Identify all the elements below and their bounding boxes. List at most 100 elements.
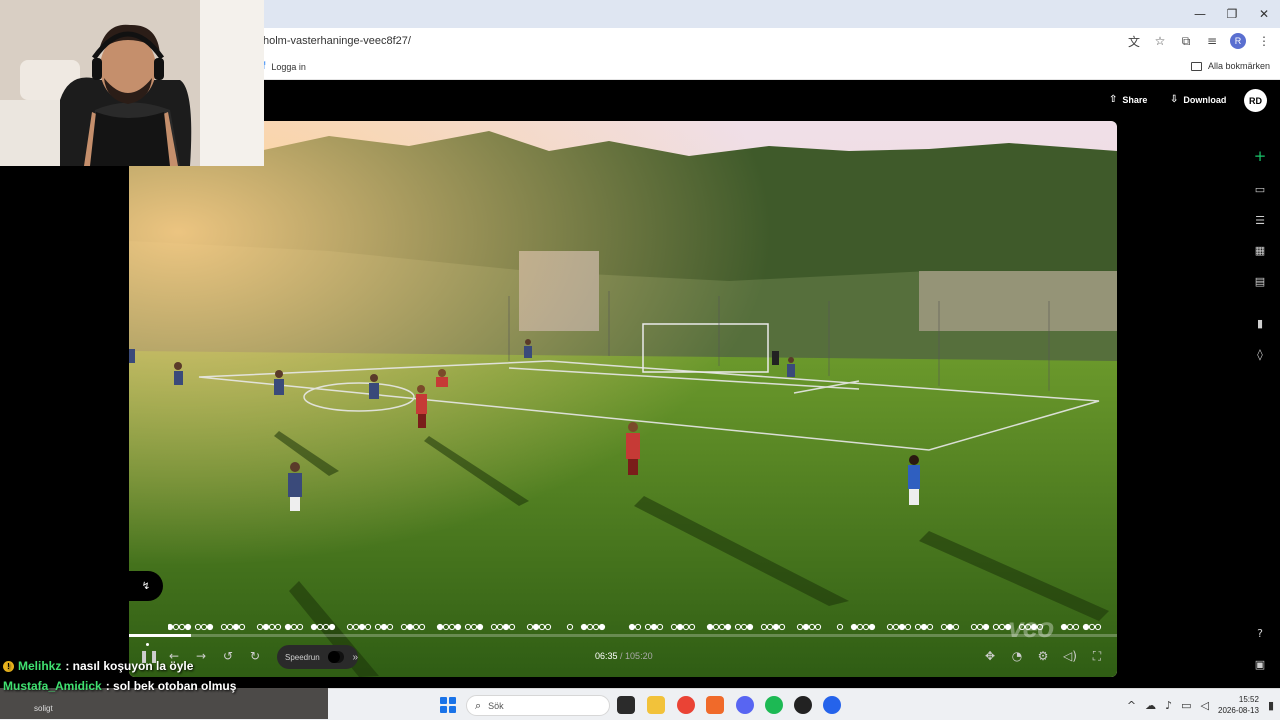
event-marker[interactable] <box>310 623 318 631</box>
event-marker[interactable] <box>172 623 180 631</box>
document-icon[interactable]: ▤ <box>1252 273 1268 289</box>
event-marker[interactable] <box>586 623 594 631</box>
event-marker[interactable] <box>284 623 292 631</box>
taskbar-search[interactable]: ⌕ Sök <box>466 695 610 716</box>
event-marker[interactable] <box>746 623 754 631</box>
event-marker[interactable] <box>200 623 208 631</box>
event-marker[interactable] <box>470 623 478 631</box>
event-marker[interactable] <box>992 623 1000 631</box>
event-marker[interactable] <box>436 623 444 631</box>
event-marker[interactable] <box>206 623 214 631</box>
settings-icon[interactable]: ⚙ <box>1035 649 1051 663</box>
event-marker[interactable] <box>346 623 354 631</box>
event-marker[interactable] <box>940 623 948 631</box>
event-marker[interactable] <box>352 623 360 631</box>
help-icon[interactable]: ? <box>1252 625 1268 641</box>
event-marker[interactable] <box>634 623 642 631</box>
event-marker[interactable] <box>454 623 462 631</box>
profile-avatar[interactable]: R <box>1230 33 1246 49</box>
spotify-icon[interactable] <box>765 696 783 714</box>
shirt-icon[interactable]: ◊ <box>1252 346 1268 362</box>
event-marker[interactable] <box>946 623 954 631</box>
event-marker[interactable] <box>490 623 498 631</box>
event-marker[interactable] <box>184 623 192 631</box>
event-marker[interactable] <box>262 623 270 631</box>
event-marker[interactable] <box>644 623 652 631</box>
obs-icon[interactable] <box>794 696 812 714</box>
video-icon[interactable]: ▭ <box>1252 181 1268 197</box>
event-marker[interactable] <box>862 623 870 631</box>
event-marker[interactable] <box>1060 623 1068 631</box>
event-marker[interactable] <box>532 623 540 631</box>
all-bookmarks[interactable]: Alla bokmärken <box>1190 61 1270 71</box>
fullscreen-icon[interactable]: ⛶ <box>1089 649 1105 664</box>
event-marker[interactable] <box>232 623 240 631</box>
speaker-icon[interactable]: ◁ <box>1201 699 1209 712</box>
event-marker[interactable] <box>168 623 174 631</box>
event-marker[interactable] <box>628 623 636 631</box>
event-marker[interactable] <box>256 623 264 631</box>
event-marker[interactable] <box>448 623 456 631</box>
event-marker[interactable] <box>898 623 906 631</box>
event-marker[interactable] <box>418 623 426 631</box>
event-marker[interactable] <box>926 623 934 631</box>
event-marker[interactable] <box>850 623 858 631</box>
event-marker[interactable] <box>778 623 786 631</box>
event-marker[interactable] <box>796 623 804 631</box>
event-marker[interactable] <box>386 623 394 631</box>
event-marker[interactable] <box>1094 623 1102 631</box>
event-marker[interactable] <box>808 623 816 631</box>
share-button[interactable]: ⇧ Share <box>1109 94 1147 105</box>
event-marker[interactable] <box>706 623 714 631</box>
task-view-icon[interactable] <box>617 696 635 714</box>
url-field[interactable]: holm-vasterhaninge-veec8f27/ <box>263 35 411 47</box>
discord-icon[interactable] <box>736 696 754 714</box>
menu-icon[interactable]: ⋮ <box>1256 33 1272 49</box>
event-marker[interactable] <box>1088 623 1096 631</box>
event-marker[interactable] <box>274 623 282 631</box>
event-marker[interactable] <box>814 623 822 631</box>
star-icon[interactable]: ☆ <box>1152 33 1168 49</box>
panel-icon[interactable]: ▣ <box>1252 656 1268 672</box>
event-marker[interactable] <box>718 623 726 631</box>
event-marker[interactable] <box>886 623 894 631</box>
event-marker[interactable] <box>688 623 696 631</box>
event-marker[interactable] <box>998 623 1006 631</box>
stats-icon[interactable]: ▮ <box>1252 315 1268 331</box>
media-icon[interactable]: ≡ <box>1204 33 1220 49</box>
move-icon[interactable]: ✥ <box>982 649 998 663</box>
cloud-icon[interactable]: ☁ <box>1145 699 1156 712</box>
event-marker[interactable] <box>760 623 768 631</box>
extensions-icon[interactable]: ⧉ <box>1178 33 1194 49</box>
event-marker[interactable] <box>592 623 600 631</box>
event-marker[interactable] <box>476 623 484 631</box>
event-marker[interactable] <box>712 623 720 631</box>
volume-icon[interactable]: ◁) <box>1062 649 1078 663</box>
event-marker[interactable] <box>544 623 552 631</box>
grid-icon[interactable]: ▦ <box>1252 242 1268 258</box>
event-marker[interactable] <box>380 623 388 631</box>
video-frame[interactable] <box>129 121 1117 677</box>
event-marker[interactable] <box>656 623 664 631</box>
network-icon[interactable]: ▭ <box>1181 699 1191 712</box>
event-marker[interactable] <box>580 623 588 631</box>
list-icon[interactable]: ☰ <box>1252 212 1268 228</box>
event-marker[interactable] <box>772 623 780 631</box>
event-marker[interactable] <box>496 623 504 631</box>
event-marker[interactable] <box>904 623 912 631</box>
event-marker[interactable] <box>920 623 928 631</box>
event-marker[interactable] <box>676 623 684 631</box>
event-marker[interactable] <box>1082 623 1090 631</box>
event-marker[interactable] <box>952 623 960 631</box>
event-marker[interactable] <box>412 623 420 631</box>
event-marker[interactable] <box>442 623 450 631</box>
event-marker[interactable] <box>296 623 304 631</box>
event-marker[interactable] <box>982 623 990 631</box>
event-marker[interactable] <box>856 623 864 631</box>
event-marker[interactable] <box>566 623 574 631</box>
progress-bar[interactable] <box>129 634 1117 637</box>
event-marker[interactable] <box>328 623 336 631</box>
file-explorer-icon[interactable] <box>647 696 665 714</box>
event-marker[interactable] <box>316 623 324 631</box>
event-marker[interactable] <box>836 623 844 631</box>
